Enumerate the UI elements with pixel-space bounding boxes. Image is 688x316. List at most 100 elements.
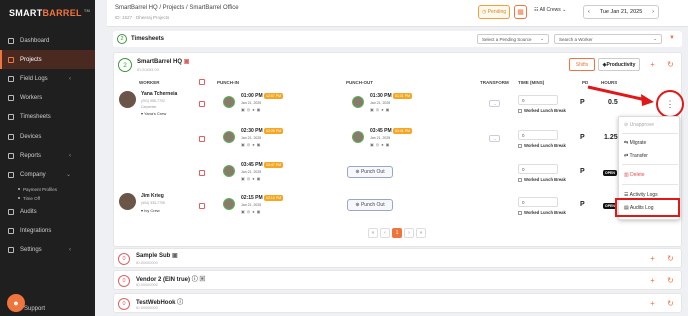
- row-checkbox[interactable]: [199, 136, 205, 142]
- menu-item-migrate[interactable]: ⇆ Migrate: [624, 140, 646, 146]
- flag-icon: ▣: [183, 59, 190, 65]
- dashboard-icon: [8, 37, 14, 44]
- sidebar-subitem-payment-profiles[interactable]: Payment Profiles: [0, 185, 95, 194]
- next-page-button[interactable]: ›: [404, 228, 414, 238]
- refresh-icon[interactable]: ↻: [665, 253, 676, 264]
- worker-search-select[interactable]: Search a Worker ⌄: [554, 34, 662, 44]
- logo[interactable]: SMARTBARREL TM: [9, 8, 90, 18]
- last-page-button[interactable]: »: [416, 228, 426, 238]
- sidebar-item-timesheets[interactable]: Timesheets: [0, 108, 95, 127]
- refresh-icon[interactable]: ↻: [665, 59, 676, 70]
- sidebar-subitem-time-off[interactable]: Time Off: [0, 194, 95, 203]
- punch-in-actions[interactable]: ▣◎●▣: [241, 107, 262, 112]
- menu-item-delete[interactable]: ▥ Delete: [624, 172, 645, 178]
- sidebar-item-field-logs[interactable]: Field Logs ‹: [0, 69, 95, 88]
- next-date-icon[interactable]: ›: [652, 9, 654, 15]
- shifts-button[interactable]: Shifts: [569, 58, 595, 71]
- punch-out-button[interactable]: ⊕ Punch Out: [347, 166, 393, 178]
- project-card-sample-sub[interactable]: 0 Sample Sub ▣ ID:00000000 + ↻: [113, 248, 682, 268]
- timesheets-icon: [8, 114, 14, 121]
- sidebar-item-company[interactable]: Company ⌄: [0, 165, 95, 184]
- menu-divider: [622, 184, 678, 185]
- worked-lunch-break-checkbox[interactable]: Worked Lunch Break: [518, 177, 566, 182]
- row-checkbox[interactable]: [199, 170, 205, 176]
- punch-in-photo[interactable]: [223, 131, 235, 143]
- row-checkbox[interactable]: [199, 203, 205, 209]
- project-card-testwebhook[interactable]: 0 TestWebHook ⓘ ID:00000000 + ↻: [113, 293, 682, 313]
- pending-button[interactable]: ◷ Pending: [478, 5, 510, 19]
- add-icon[interactable]: +: [647, 59, 658, 70]
- worker-name[interactable]: Yana Tcherneia: [141, 91, 177, 97]
- punch-out-date: Jan 21, 2025: [370, 101, 391, 105]
- sidebar-item-reports[interactable]: Reports ‹: [0, 146, 95, 165]
- row-checkbox[interactable]: [199, 101, 205, 107]
- punch-out-photo[interactable]: [352, 96, 364, 108]
- punch-in-actions[interactable]: ▣◎●▣: [241, 142, 262, 147]
- punch-out-actions[interactable]: ▣◎●▣: [370, 142, 391, 147]
- worked-lunch-break-checkbox[interactable]: Worked Lunch Break: [518, 108, 566, 113]
- crews-select[interactable]: ☷ All Crews ⌄: [534, 7, 566, 13]
- add-icon[interactable]: +: [647, 275, 658, 286]
- transform-button[interactable]: →: [489, 100, 500, 107]
- audits-log-highlight: [615, 198, 680, 217]
- column-punch-out: PUNCH-OUT: [346, 80, 373, 85]
- punch-in-time: 01:00 PM: [241, 93, 263, 99]
- calendar-button[interactable]: ▦: [514, 5, 527, 19]
- time-input[interactable]: 0: [518, 164, 558, 174]
- sidebar-item-projects[interactable]: Projects: [0, 50, 95, 70]
- worker-name[interactable]: Jim Krieg: [141, 193, 164, 199]
- worked-lunch-break-checkbox[interactable]: Worked Lunch Break: [518, 143, 566, 148]
- date-picker[interactable]: ‹ Tue Jan 21, 2025 ›: [583, 5, 659, 19]
- sidebar-item-audits[interactable]: Audits: [0, 203, 95, 222]
- punch-in-time: 02:30 PM: [241, 128, 263, 134]
- sidebar-item-settings[interactable]: Settings ‹: [0, 241, 95, 260]
- time-input[interactable]: 0: [518, 197, 558, 207]
- add-icon[interactable]: +: [647, 253, 658, 264]
- punch-in-photo[interactable]: [223, 96, 235, 108]
- punch-in-tag: 03:47 PM: [264, 162, 283, 168]
- productivity-button[interactable]: ◈ Productivity: [598, 58, 640, 71]
- pd-value: P: [580, 99, 585, 106]
- project-count-badge: 0: [118, 253, 130, 265]
- support-chat-icon[interactable]: ●: [7, 294, 25, 312]
- prev-page-button[interactable]: ‹: [380, 228, 390, 238]
- transform-button[interactable]: →: [489, 135, 500, 142]
- refresh-icon[interactable]: ↻: [665, 298, 676, 309]
- punch-in-date: Jan 21, 2025: [241, 203, 262, 207]
- time-input[interactable]: 0: [518, 95, 558, 105]
- punch-out-photo[interactable]: [352, 131, 364, 143]
- worked-lunch-break-checkbox[interactable]: Worked Lunch Break: [518, 210, 566, 215]
- punch-in-actions[interactable]: ▣◎●▣: [241, 209, 262, 214]
- sidebar-item-devices[interactable]: Devices: [0, 127, 95, 146]
- add-icon[interactable]: +: [647, 298, 658, 309]
- breadcrumb[interactable]: SmartBarrel HQ / Projects / SmartBarrel …: [115, 5, 239, 11]
- time-input[interactable]: 0: [518, 130, 558, 140]
- support-label[interactable]: Support: [24, 306, 45, 312]
- punch-in-photo[interactable]: [223, 198, 235, 210]
- filter-icon[interactable]: ▼: [669, 35, 675, 41]
- punch-in-actions[interactable]: ▣◎●▣: [241, 176, 262, 181]
- menu-item-unapprove[interactable]: ⊘ Unapprove: [624, 122, 654, 128]
- top-bar: SmartBarrel HQ / Projects / SmartBarrel …: [107, 0, 688, 27]
- punch-out-tag: 01:31 PM: [393, 93, 412, 99]
- punch-out-actions[interactable]: ▣◎●▣: [370, 107, 391, 112]
- project-card-vendor-2[interactable]: 0 Vendor 2 (EIN true) ⓘ ▣ ID:00000000 + …: [113, 270, 682, 290]
- project-id: ID:20453 00: [137, 67, 159, 72]
- punch-in-tag: 02:13 PM: [264, 195, 283, 201]
- punch-in-date: Jan 21, 2025: [241, 170, 262, 174]
- prev-date-icon[interactable]: ‹: [588, 9, 590, 15]
- sidebar-item-dashboard[interactable]: Dashboard: [0, 31, 95, 50]
- punch-out-button[interactable]: ⊕ Punch Out: [347, 199, 393, 211]
- select-all-checkbox[interactable]: [199, 79, 205, 85]
- page-1-button[interactable]: 1: [392, 228, 402, 238]
- first-page-button[interactable]: «: [368, 228, 378, 238]
- pending-source-select[interactable]: Select a Pending Source ⌄: [477, 34, 549, 44]
- refresh-icon[interactable]: ↻: [665, 275, 676, 286]
- menu-item-transfer[interactable]: ⇄ Transfer: [624, 153, 648, 159]
- sidebar-item-workers[interactable]: Workers: [0, 89, 95, 108]
- column-hours: HOURS: [601, 80, 618, 85]
- punch-out-time: 03:45 PM: [370, 128, 392, 134]
- more-options-kebab-icon[interactable]: ⋮: [656, 90, 684, 118]
- punch-in-photo[interactable]: [223, 165, 235, 177]
- sidebar-item-integrations[interactable]: Integrations: [0, 222, 95, 241]
